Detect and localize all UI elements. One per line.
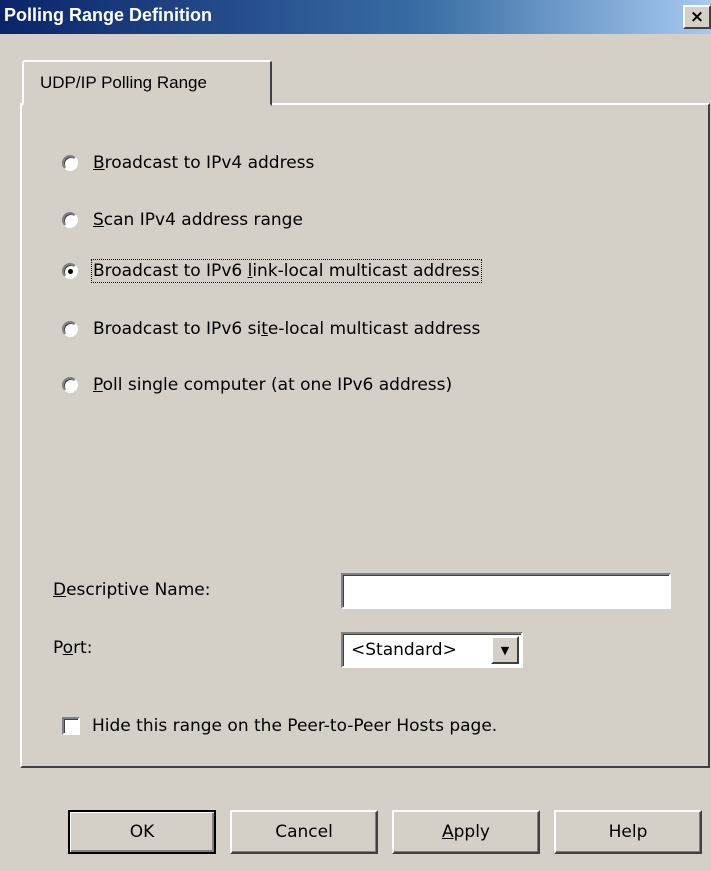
descriptive-name-label: Descriptive Name: [53, 580, 211, 600]
port-selected-value: <Standard> [351, 640, 457, 660]
descriptive-name-input[interactable] [341, 573, 671, 609]
radio-button-selected[interactable] [62, 263, 78, 279]
radio-broadcast-ipv6-site-local[interactable]: Broadcast to IPv6 site-local multicast a… [62, 316, 480, 342]
ok-button[interactable]: OK [68, 810, 216, 854]
apply-button[interactable]: Apply [392, 810, 540, 854]
tab-panel [20, 103, 710, 768]
cancel-button[interactable]: Cancel [230, 810, 378, 854]
radio-label: Broadcast to IPv6 site-local multicast a… [93, 319, 481, 339]
help-button[interactable]: Help [554, 810, 702, 854]
radio-button[interactable] [62, 212, 78, 228]
tab-udp-ip-polling-range[interactable]: UDP/IP Polling Range [22, 60, 272, 106]
radio-label: Broadcast to IPv6 link-local multicast a… [91, 259, 482, 283]
radio-label: Poll single computer (at one IPv6 addres… [93, 375, 453, 395]
radio-button[interactable] [62, 377, 78, 393]
chevron-down-icon: ▼ [500, 643, 510, 657]
close-icon: × [689, 6, 705, 27]
radio-button[interactable] [62, 155, 78, 171]
radio-label: Scan IPv4 address range [93, 210, 303, 230]
radio-button[interactable] [62, 321, 78, 337]
close-button[interactable]: × [683, 5, 711, 29]
window-title: Polling Range Definition [4, 5, 212, 25]
radio-label: Broadcast to IPv4 address [93, 153, 315, 173]
hide-range-label: Hide this range on the Peer-to-Peer Host… [92, 716, 498, 736]
dropdown-arrow-button[interactable]: ▼ [491, 636, 519, 664]
port-label: Port: [53, 638, 93, 658]
radio-scan-ipv4-range[interactable]: Scan IPv4 address range [62, 207, 303, 233]
radio-broadcast-ipv6-link-local[interactable]: Broadcast to IPv6 link-local multicast a… [62, 258, 482, 284]
tab-label: UDP/IP Polling Range [40, 73, 207, 92]
hide-range-option[interactable]: Hide this range on the Peer-to-Peer Host… [62, 713, 497, 739]
title-bar: Polling Range Definition × [0, 0, 711, 34]
port-dropdown[interactable]: <Standard> ▼ [341, 632, 523, 668]
radio-broadcast-ipv4[interactable]: Broadcast to IPv4 address [62, 150, 314, 176]
hide-range-checkbox[interactable] [62, 717, 80, 735]
radio-poll-single-computer[interactable]: Poll single computer (at one IPv6 addres… [62, 372, 452, 398]
